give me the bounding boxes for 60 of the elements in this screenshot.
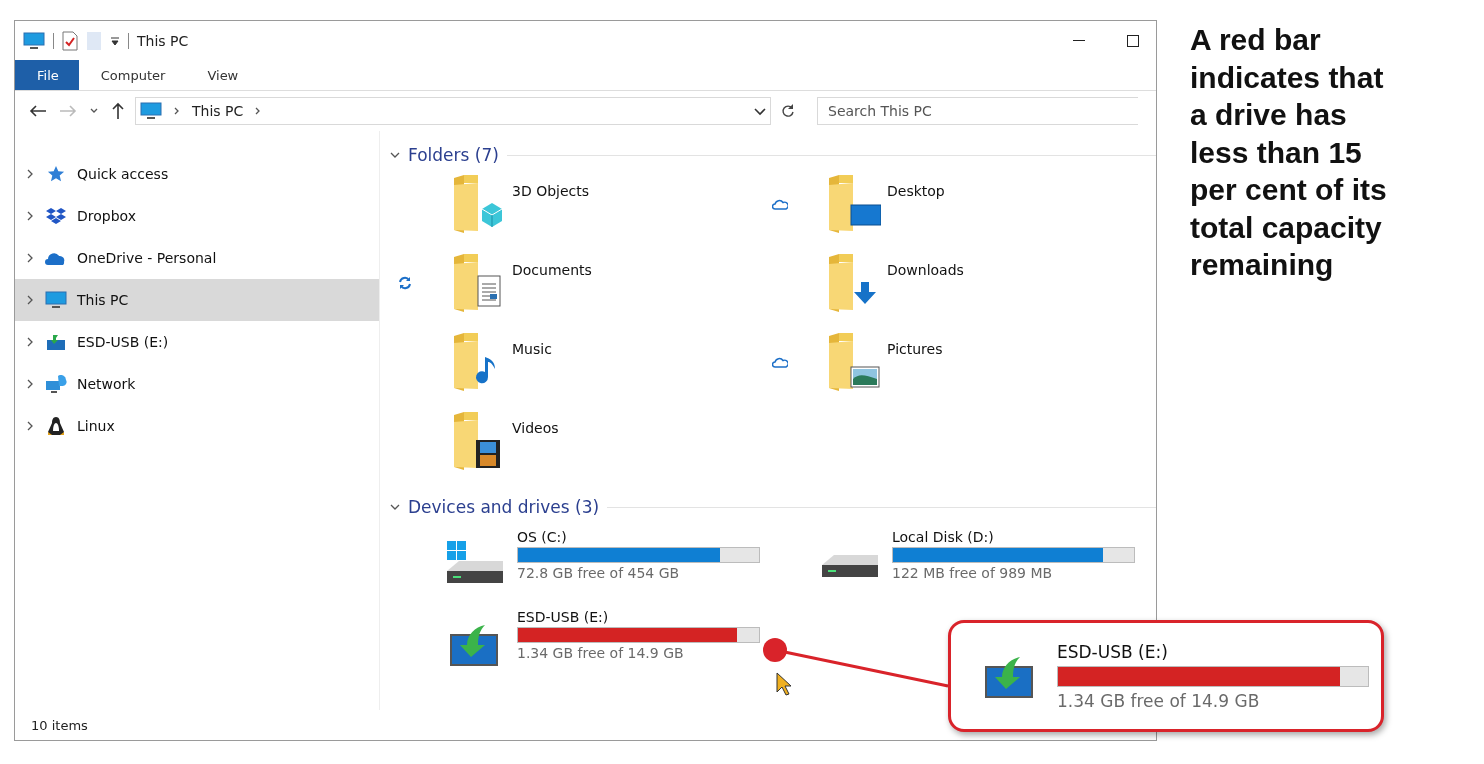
ribbon-tab[interactable]: File bbox=[15, 60, 79, 90]
computer-icon bbox=[45, 291, 67, 309]
sidebar-item[interactable]: Quick access bbox=[15, 153, 379, 195]
cursor-icon bbox=[776, 672, 792, 696]
group-heading[interactable]: Devices and drives (3) bbox=[408, 497, 600, 517]
sidebar-item[interactable]: OneDrive - Personal bbox=[15, 237, 379, 279]
breadcrumb[interactable]: This PC bbox=[192, 103, 244, 119]
sidebar-item[interactable]: Network bbox=[15, 363, 379, 405]
folder-label[interactable]: Videos bbox=[512, 420, 559, 436]
free-space-text: 122 MB free of 989 MB bbox=[892, 565, 1054, 581]
item-count: 10 items bbox=[31, 717, 88, 733]
caret-icon bbox=[390, 150, 400, 160]
chevron-icon bbox=[25, 211, 35, 221]
folder-label[interactable]: Downloads bbox=[887, 262, 964, 278]
penguin-icon bbox=[47, 416, 65, 436]
folder-label[interactable]: Desktop bbox=[887, 183, 945, 199]
drive-name[interactable]: Local Disk (D:) bbox=[892, 529, 1135, 545]
free-space-text: 1.34 GB free of 14.9 GB bbox=[1057, 690, 1261, 711]
caret-icon bbox=[390, 502, 400, 512]
minimize-icon bbox=[1073, 39, 1085, 42]
caret-icon[interactable] bbox=[754, 106, 766, 116]
maximize-icon bbox=[1127, 34, 1139, 47]
star-icon bbox=[47, 165, 65, 183]
chevron-icon bbox=[25, 295, 35, 305]
folder-label[interactable]: Pictures bbox=[887, 341, 943, 357]
sidebar-item[interactable]: Linux bbox=[15, 405, 379, 447]
folder-label[interactable]: 3D Objects bbox=[512, 183, 590, 199]
computer-icon bbox=[140, 102, 162, 120]
folder-icon bbox=[827, 333, 881, 391]
cloud-icon bbox=[45, 251, 67, 265]
chevron-icon bbox=[25, 253, 35, 263]
properties-icon[interactable] bbox=[62, 30, 78, 51]
drive-name: ESD-USB (E:) bbox=[1057, 641, 1169, 662]
folder-label[interactable]: Music bbox=[512, 341, 552, 357]
usb-drive-icon bbox=[46, 333, 66, 351]
sidebar-item[interactable]: ESD-USB (E:) bbox=[15, 321, 379, 363]
chevron-icon bbox=[25, 421, 35, 431]
chevron-icon bbox=[25, 379, 35, 389]
search-field[interactable]: Search This PC bbox=[817, 97, 1138, 125]
dropbox-icon bbox=[46, 207, 66, 225]
window-title: This PC bbox=[137, 32, 190, 49]
sidebar-item[interactable]: Dropbox bbox=[15, 195, 379, 237]
group-heading[interactable]: Folders (7) bbox=[408, 145, 499, 165]
chevron-icon bbox=[25, 337, 35, 347]
drive-name[interactable]: OS (C:) bbox=[517, 529, 760, 545]
caption-text: A red bar indicates that a drive has less than 15 per cent of its total capacity remaining bbox=[1190, 22, 1388, 283]
ribbon-tab[interactable]: Computer bbox=[78, 60, 186, 90]
computer-icon bbox=[23, 31, 45, 50]
free-space-text: 72.8 GB free of 454 GB bbox=[517, 565, 681, 581]
address-field[interactable]: This PC bbox=[135, 97, 771, 125]
chevron-icon bbox=[25, 169, 35, 179]
folder-label[interactable]: Documents bbox=[512, 262, 592, 278]
folder-icon bbox=[827, 175, 881, 233]
dropdown-icon[interactable] bbox=[110, 35, 120, 46]
network-icon bbox=[45, 374, 67, 394]
drive-name[interactable]: ESD-USB (E:) bbox=[517, 609, 760, 625]
refresh-button[interactable] bbox=[779, 102, 797, 120]
ribbon-tab[interactable]: View bbox=[185, 60, 259, 90]
sidebar-item[interactable]: This PC bbox=[15, 279, 379, 321]
free-space-text: 1.34 GB free of 14.9 GB bbox=[517, 645, 685, 661]
